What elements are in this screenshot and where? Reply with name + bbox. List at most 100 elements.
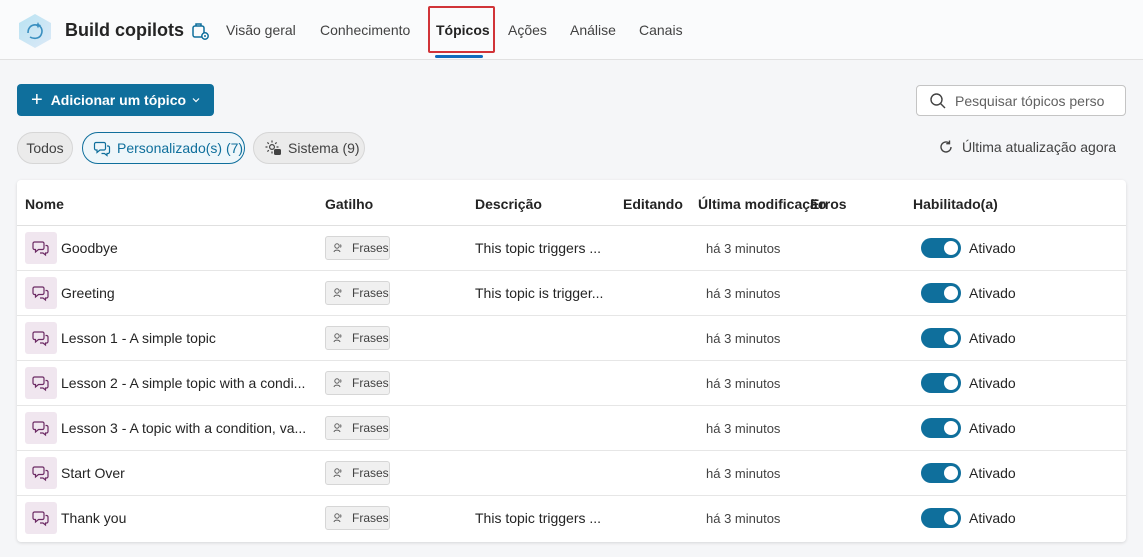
trigger-badge: Frases	[325, 371, 390, 395]
chat-bubbles-icon	[32, 421, 49, 437]
topic-name[interactable]: Lesson 2 - A simple topic with a condi..…	[61, 375, 305, 391]
table-row[interactable]: Greeting Frases This topic is trigger...…	[17, 271, 1126, 316]
tab-conhecimento[interactable]: Conhecimento	[320, 22, 410, 38]
column-header-modified[interactable]: Última modificação	[698, 196, 826, 212]
trigger-label: Frases	[352, 331, 389, 345]
chat-bubbles-icon	[32, 511, 49, 527]
table-row[interactable]: Lesson 1 - A simple topic Frases há 3 mi…	[17, 316, 1126, 361]
column-header-editing[interactable]: Editando	[623, 196, 683, 212]
table-row[interactable]: Thank you Frases This topic triggers ...…	[17, 496, 1126, 541]
table-row[interactable]: Lesson 2 - A simple topic with a condi..…	[17, 361, 1126, 406]
topic-icon	[25, 322, 57, 354]
tab-acoes[interactable]: Ações	[508, 22, 547, 38]
refresh-label: Última atualização agora	[962, 139, 1117, 155]
last-modified: há 3 minutos	[706, 241, 781, 256]
trigger-label: Frases	[352, 466, 389, 480]
topic-icon	[25, 232, 57, 264]
enabled-toggle[interactable]	[921, 418, 961, 438]
tab-topicos[interactable]: Tópicos	[436, 22, 490, 38]
top-nav-bar: Build copilots Visão geral Conhecimento …	[0, 0, 1143, 60]
chat-bubbles-icon	[32, 286, 49, 302]
tab-analise[interactable]: Análise	[570, 22, 616, 38]
app-title: Build copilots	[65, 20, 184, 40]
enabled-label: Ativado	[969, 375, 1016, 391]
enabled-label: Ativado	[969, 510, 1016, 526]
filter-system-chip[interactable]: Sistema (9)	[253, 132, 365, 164]
last-modified: há 3 minutos	[706, 376, 781, 391]
filter-all-label: Todos	[26, 140, 64, 156]
add-topic-button[interactable]: + Adicionar um tópico	[17, 84, 214, 116]
chat-bubbles-icon	[93, 141, 111, 157]
phrases-icon	[333, 243, 342, 253]
tab-visao-geral[interactable]: Visão geral	[226, 22, 296, 38]
trigger-label: Frases	[352, 241, 389, 255]
search-box[interactable]	[916, 85, 1126, 116]
column-header-errors[interactable]: Erros	[810, 196, 847, 212]
topic-icon	[25, 502, 57, 534]
search-input[interactable]	[955, 92, 1115, 109]
last-modified: há 3 minutos	[706, 466, 781, 481]
enabled-label: Ativado	[969, 330, 1016, 346]
topic-name[interactable]: Goodbye	[61, 240, 118, 256]
phrases-icon	[333, 513, 342, 523]
enabled-toggle[interactable]	[921, 373, 961, 393]
topic-name[interactable]: Start Over	[61, 465, 125, 481]
chat-bubbles-icon	[32, 241, 49, 257]
column-header-description[interactable]: Descrição	[475, 196, 542, 212]
trigger-badge: Frases	[325, 281, 390, 305]
column-header-trigger[interactable]: Gatilho	[325, 196, 373, 212]
search-icon	[930, 92, 946, 108]
filter-custom-label: Personalizado(s) (7)	[117, 140, 244, 156]
table-row[interactable]: Lesson 3 - A topic with a condition, va.…	[17, 406, 1126, 451]
topic-name[interactable]: Lesson 1 - A simple topic	[61, 330, 216, 346]
topics-table: Nome Gatilho Descrição Editando Última m…	[17, 180, 1126, 542]
trigger-label: Frases	[352, 511, 389, 525]
last-modified: há 3 minutos	[706, 421, 781, 436]
enabled-toggle[interactable]	[921, 328, 961, 348]
topic-name[interactable]: Thank you	[61, 510, 126, 526]
last-modified: há 3 minutos	[706, 331, 781, 346]
column-header-enabled[interactable]: Habilitado(a)	[913, 196, 998, 212]
trigger-badge: Frases	[325, 461, 390, 485]
trigger-badge: Frases	[325, 236, 390, 260]
tab-canais[interactable]: Canais	[639, 22, 683, 38]
copilot-settings-icon[interactable]	[190, 21, 210, 41]
trigger-label: Frases	[352, 376, 389, 390]
topic-icon	[25, 277, 57, 309]
topic-icon	[25, 412, 57, 444]
phrases-icon	[333, 288, 342, 298]
enabled-label: Ativado	[969, 420, 1016, 436]
enabled-toggle[interactable]	[921, 238, 961, 258]
trigger-badge: Frases	[325, 506, 390, 530]
add-topic-label: Adicionar um tópico	[50, 92, 187, 108]
trigger-label: Frases	[352, 421, 389, 435]
trigger-badge: Frases	[325, 416, 390, 440]
topic-description: This topic triggers ...	[475, 240, 602, 256]
enabled-label: Ativado	[969, 240, 1016, 256]
trigger-badge: Frases	[325, 326, 390, 350]
filter-system-label: Sistema (9)	[288, 140, 360, 156]
plus-icon: +	[31, 89, 43, 111]
column-header-name[interactable]: Nome	[25, 196, 64, 212]
enabled-toggle[interactable]	[921, 463, 961, 483]
chat-bubbles-icon	[32, 466, 49, 482]
enabled-toggle[interactable]	[921, 508, 961, 528]
chat-bubbles-icon	[32, 376, 49, 392]
copilot-logo-icon	[16, 13, 54, 49]
table-row[interactable]: Start Over Frases há 3 minutos Ativado	[17, 451, 1126, 496]
topic-name[interactable]: Lesson 3 - A topic with a condition, va.…	[61, 420, 306, 436]
trigger-label: Frases	[352, 286, 389, 300]
table-row[interactable]: Goodbye Frases This topic triggers ... h…	[17, 226, 1126, 271]
topic-description: This topic is trigger...	[475, 285, 604, 301]
enabled-label: Ativado	[969, 285, 1016, 301]
enabled-label: Ativado	[969, 465, 1016, 481]
refresh-icon	[940, 140, 952, 153]
filter-custom-chip[interactable]: Personalizado(s) (7)	[82, 132, 245, 164]
enabled-toggle[interactable]	[921, 283, 961, 303]
topic-icon	[25, 367, 57, 399]
last-modified: há 3 minutos	[706, 286, 781, 301]
topic-name[interactable]: Greeting	[61, 285, 115, 301]
topic-description: This topic triggers ...	[475, 510, 602, 526]
refresh-button[interactable]: Última atualização agora	[938, 139, 1116, 155]
filter-all-chip[interactable]: Todos	[17, 132, 73, 164]
